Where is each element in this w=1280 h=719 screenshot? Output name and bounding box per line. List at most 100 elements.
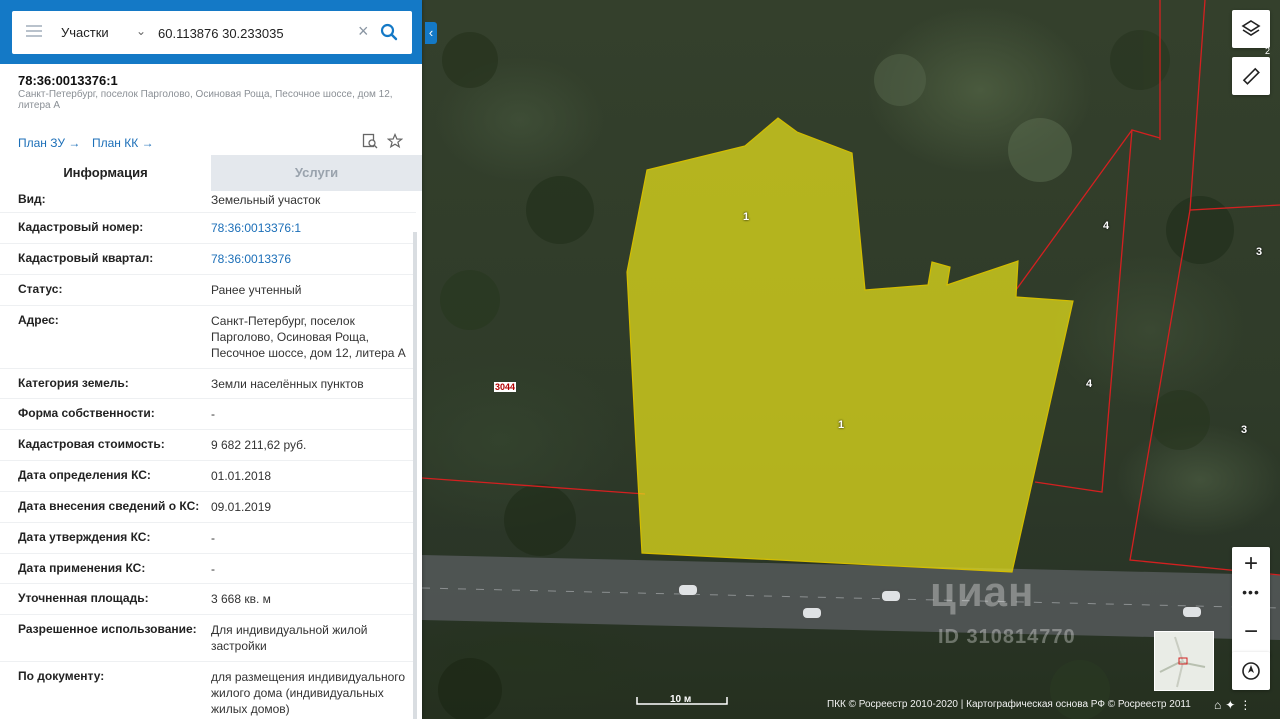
zoom-in-button[interactable]: + <box>1232 547 1270 583</box>
watermark-id: ID 310814770 <box>938 626 1076 648</box>
home-icon[interactable]: ⌂ <box>1214 698 1225 712</box>
search-input[interactable] <box>158 23 358 43</box>
plan-kk-label: План КК <box>92 136 139 150</box>
plan-zu-label: План ЗУ <box>18 136 65 150</box>
arrow-right-icon: → <box>68 136 81 150</box>
parcel-label: 3 <box>1241 424 1248 436</box>
info-key: Вид: <box>18 192 46 206</box>
parcel-label: 4 <box>1086 378 1093 390</box>
info-key: Дата утверждения КС: <box>18 530 151 544</box>
tab-bar: Информация Услуги <box>0 155 422 191</box>
info-key: Адрес: <box>18 313 59 327</box>
footer-tools[interactable]: ⌂✦⋮ <box>1214 698 1255 712</box>
info-key: Кадастровый номер: <box>18 220 144 234</box>
collapse-panel-button[interactable]: ‹ <box>425 22 437 44</box>
layers-icon <box>1241 20 1261 36</box>
compass-icon <box>1242 662 1260 680</box>
car <box>803 608 821 618</box>
info-row: По документу: для размещения индивидуальн… <box>0 662 416 719</box>
info-value: - <box>211 562 215 576</box>
plan-kk-link[interactable]: План КК → <box>92 136 154 150</box>
info-key: Кадастровый квартал: <box>18 251 154 265</box>
info-key: Статус: <box>18 282 63 296</box>
cadastral-address: Санкт-Петербург, поселок Парголово, Осин… <box>18 89 393 111</box>
car <box>1183 607 1201 617</box>
info-key: Дата определения КС: <box>18 468 151 482</box>
info-key: Уточненная площадь: <box>18 591 149 605</box>
info-value: для размещения индивидуального жилого до… <box>211 670 406 716</box>
close-icon[interactable]: × <box>358 21 369 41</box>
info-value: 9 682 211,62 руб. <box>211 438 307 452</box>
road <box>422 555 1280 640</box>
more-tools-button[interactable]: ••• <box>1232 583 1270 607</box>
info-row: Разрешенное использование: Для индивидуал… <box>0 615 416 662</box>
search-header: Участки ⌄ × <box>0 0 422 64</box>
watermark: циан <box>930 568 1035 615</box>
parcel-label: 4 <box>1103 220 1110 232</box>
parcel-label: 1 <box>838 419 845 431</box>
info-row: Кадастровый квартал: 78:36:0013376 <box>0 244 416 275</box>
info-value: Земельный участок <box>211 193 321 207</box>
info-key: Разрешенное использование: <box>18 622 197 636</box>
tab-services[interactable]: Услуги <box>211 155 422 191</box>
minimap[interactable] <box>1154 631 1214 691</box>
info-value: Для индивидуальной жилой застройки <box>211 623 368 653</box>
info-row: Адрес: Санкт-Петербург, поселок Парголово… <box>0 306 416 369</box>
info-key: По документу: <box>18 669 105 683</box>
info-value: 01.01.2018 <box>211 469 272 483</box>
locate-button[interactable] <box>1232 652 1270 690</box>
info-row: Дата утверждения КС: - <box>0 523 416 554</box>
star-icon[interactable] <box>387 133 403 149</box>
info-row: Дата внесения сведений о КС: 09.01.2019 <box>0 492 416 523</box>
parcel-label: 1 <box>743 211 750 223</box>
info-value: - <box>211 407 215 421</box>
info-value: Земли населённых пунктов <box>211 377 364 391</box>
info-panel: Участки ⌄ × 78:36:0013376:1 Санкт-Петерб… <box>0 0 422 719</box>
map-search-icon[interactable] <box>362 133 378 149</box>
info-key: Форма собственности: <box>18 406 155 420</box>
info-key: Категория земель: <box>18 376 129 390</box>
info-key: Кадастровая стоимость: <box>18 437 165 451</box>
crosshair-icon[interactable]: ✦ <box>1225 698 1239 712</box>
info-table: Вид: Земельный участок Кадастровый номер: 7… <box>0 191 416 719</box>
info-value-link[interactable]: 78:36:0013376 <box>211 251 411 267</box>
zoom-control: + ••• − <box>1232 547 1270 657</box>
info-value: Ранее учтенный <box>211 283 302 297</box>
info-value: Санкт-Петербург, поселок Парголово, Осин… <box>211 314 406 360</box>
info-key: Дата применения КС: <box>18 561 146 575</box>
block-label: 3044 <box>494 382 517 392</box>
layers-button[interactable] <box>1232 10 1270 48</box>
layers-count-badge: 2 <box>1265 46 1271 56</box>
ruler-icon <box>1242 67 1260 85</box>
info-value: 09.01.2019 <box>211 500 272 514</box>
info-row: Вид: Земельный участок <box>0 191 416 213</box>
info-value: 3 668 кв. м <box>211 592 271 606</box>
scrollbar-thumb[interactable] <box>413 232 417 719</box>
info-key: Дата внесения сведений о КС: <box>18 499 200 513</box>
cadastral-title: 78:36:0013376:1 <box>18 73 118 88</box>
ruler-button[interactable] <box>1232 57 1270 95</box>
car <box>882 591 900 601</box>
zoom-out-button[interactable]: − <box>1232 609 1270 655</box>
arrow-right-icon: → <box>141 136 154 150</box>
info-row: Форма собственности: - <box>0 399 416 430</box>
info-row: Уточненная площадь: 3 668 кв. м <box>0 584 416 615</box>
search-type-select[interactable]: Участки <box>61 25 109 40</box>
info-row: Дата определения КС: 01.01.2018 <box>0 461 416 492</box>
info-value-link[interactable]: 78:36:0013376:1 <box>211 220 411 236</box>
info-row: Статус: Ранее учтенный <box>0 275 416 306</box>
chevron-down-icon[interactable]: ⌄ <box>136 24 146 38</box>
scale-label: 10 м <box>670 694 692 705</box>
info-value: - <box>211 531 215 545</box>
minimap-graphic <box>1159 636 1206 688</box>
copyright: ПКК © Росреестр 2010-2020 | Картографиче… <box>827 699 1191 710</box>
parcel-label: 3 <box>1256 246 1263 258</box>
car <box>679 585 697 595</box>
search-box: Участки ⌄ × <box>12 11 412 54</box>
search-icon[interactable] <box>380 23 398 41</box>
tab-information[interactable]: Информация <box>0 155 211 191</box>
menu-icon[interactable] <box>26 25 42 39</box>
plan-zu-link[interactable]: План ЗУ → <box>18 136 80 150</box>
info-row: Категория земель: Земли населённых пункто… <box>0 369 416 399</box>
menu-dots-icon[interactable]: ⋮ <box>1239 698 1255 712</box>
